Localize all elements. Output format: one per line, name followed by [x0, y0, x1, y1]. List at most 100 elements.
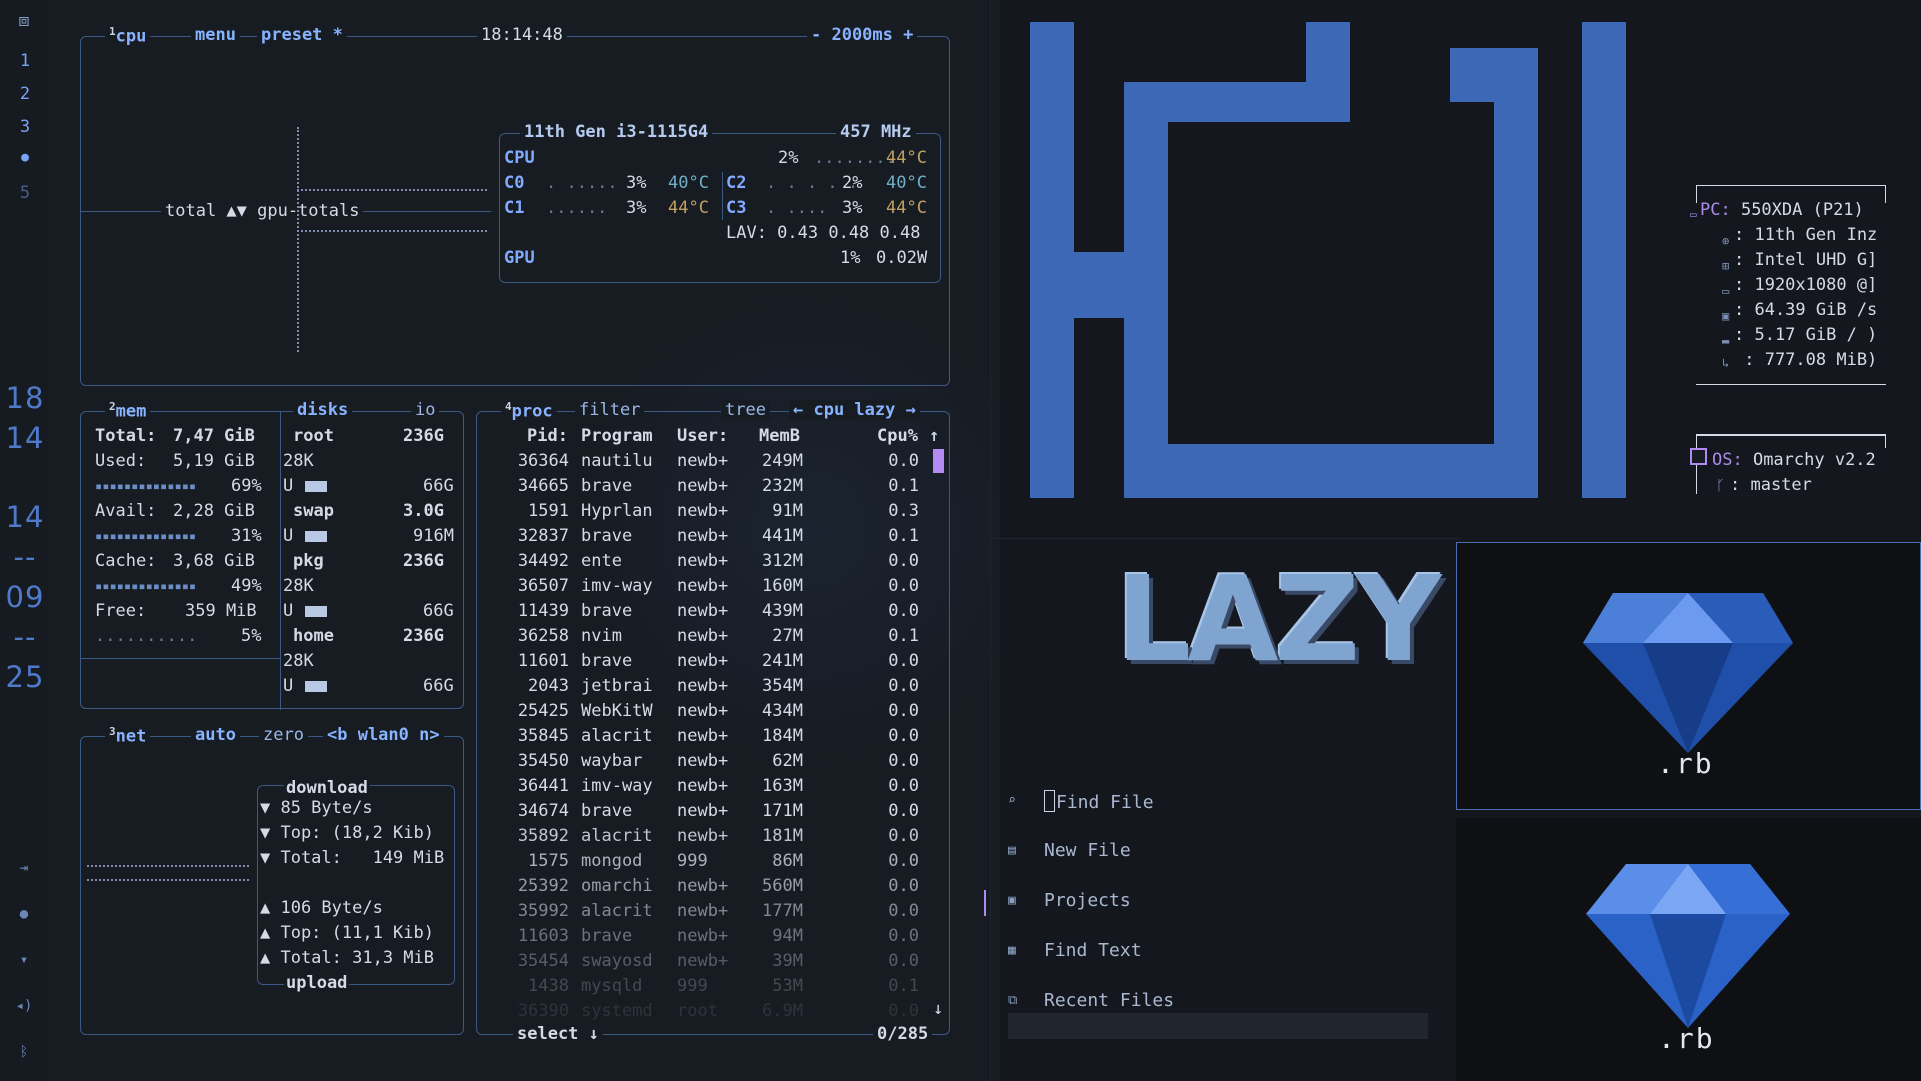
proc-row[interactable]: 1438 mysqld 999 53M 0.1 — [477, 974, 927, 999]
clock-line-2[interactable]: 14 — [0, 421, 50, 455]
mem-box-title[interactable]: mem — [116, 402, 147, 422]
workspace-4-active[interactable]: ● — [0, 150, 50, 165]
record-icon[interactable]: ● — [0, 906, 48, 922]
omarchy-menu-icon[interactable]: ⧈ — [0, 10, 48, 31]
proc-row[interactable]: 11603 brave newb+ 94M 0.0 — [477, 924, 927, 949]
clock-line-1[interactable]: 18 — [0, 381, 50, 415]
workspace-2[interactable]: 2 — [0, 84, 50, 104]
volume-icon[interactable]: ◂) — [0, 998, 48, 1014]
download-total: ▼ Total: 149 MiB — [260, 848, 445, 868]
proc-cell-user: newb+ — [677, 651, 729, 671]
fastfetch-cpu: : 11th Gen Inz — [1734, 225, 1878, 245]
cpu-interval[interactable]: - 2000ms + — [807, 25, 918, 45]
proc-cell-program: alacrit — [581, 826, 653, 846]
net-auto-toggle[interactable]: auto — [191, 725, 240, 745]
disk-home-name[interactable]: home — [293, 624, 334, 649]
mem-used-bar: ▪▪▪▪▪▪▪▪▪▪▪▪▪▪ — [95, 479, 197, 493]
proc-row[interactable]: 32837 brave newb+ 441M 0.1 — [477, 524, 927, 549]
clock-line-3[interactable]: 14 — [0, 500, 50, 534]
logout-icon[interactable]: ⇥ — [0, 860, 48, 876]
proc-select-button[interactable]: select ↓ — [513, 1022, 603, 1047]
proc-cell-cpu: 0.0 — [888, 676, 919, 696]
proc-row[interactable]: 36507 imv-way newb+ 160M 0.0 — [477, 574, 927, 599]
header-program[interactable]: Program — [581, 424, 653, 449]
proc-cell-pid: 35992 — [517, 901, 569, 921]
proc-tree-toggle[interactable]: tree — [721, 400, 770, 420]
proc-row[interactable]: 36258 nvim newb+ 27M 0.1 — [477, 624, 927, 649]
header-mem[interactable]: MemB — [759, 424, 800, 449]
proc-row[interactable]: 25392 omarchi newb+ 560M 0.0 — [477, 874, 927, 899]
cpu-frequency: 457 MHz — [836, 122, 916, 142]
cpu-menu-button[interactable]: menu — [191, 25, 240, 45]
upload-label: upload — [284, 971, 350, 996]
proc-cell-program: brave — [581, 651, 633, 671]
logo-bar-inner-left — [1124, 82, 1168, 498]
proc-row[interactable]: 35992 alacrit newb+ 177M 0.0 — [477, 899, 927, 924]
net-interface-selector[interactable]: <b wlan0 n> — [323, 725, 444, 745]
proc-row[interactable]: 35454 swayosd newb+ 39M 0.0 — [477, 949, 927, 974]
proc-row[interactable]: 35450 waybar newb+ 62M 0.0 — [477, 749, 927, 774]
proc-sort-selector[interactable]: ← cpu lazy → — [789, 400, 920, 420]
image-preview-bottom[interactable]: .rb — [1456, 818, 1921, 1081]
header-user[interactable]: User: — [677, 424, 728, 449]
clock-line-5[interactable]: 25 — [0, 660, 50, 694]
wifi-icon[interactable]: ▾ — [0, 952, 48, 968]
proc-row[interactable]: 34665 brave newb+ 232M 0.1 — [477, 474, 927, 499]
dashboard-find-text[interactable]: Find Text — [1044, 940, 1142, 961]
net-zero-toggle[interactable]: zero — [259, 725, 308, 745]
core-0-temp: 40°C — [668, 173, 709, 193]
net-box-title[interactable]: net — [116, 727, 147, 747]
mem-free-label: Free: — [95, 601, 147, 621]
workspace-3[interactable]: 3 — [0, 117, 50, 137]
find-file-label: Find File — [1056, 792, 1154, 813]
header-pid[interactable]: Pid: — [527, 424, 568, 449]
disks-title[interactable]: disks — [293, 400, 353, 420]
proc-row[interactable]: 34492 ente newb+ 312M 0.0 — [477, 549, 927, 574]
proc-cell-program: imv-way — [581, 576, 653, 596]
fastfetch-gpu: : Intel UHD G] — [1734, 250, 1878, 270]
proc-row[interactable]: 25425 WebKitW newb+ 434M 0.0 — [477, 699, 927, 724]
dashboard-find-file[interactable]: Find File — [1044, 790, 1154, 813]
proc-row[interactable]: 35892 alacrit newb+ 181M 0.0 — [477, 824, 927, 849]
clock-line-4[interactable]: 09 — [0, 580, 50, 614]
dashboard-new-file[interactable]: New File — [1044, 840, 1131, 861]
cpu-box: 1cpu menu preset * 18:14:48 - 2000ms + t… — [80, 25, 950, 386]
proc-row[interactable]: 35845 alacrit newb+ 184M 0.0 — [477, 724, 927, 749]
dashboard-projects[interactable]: Projects — [1044, 890, 1131, 911]
proc-row[interactable]: 1575 mongod 999 86M 0.0 — [477, 849, 927, 874]
proc-row[interactable]: 34674 brave newb+ 171M 0.0 — [477, 799, 927, 824]
proc-row[interactable]: 2043 jetbrai newb+ 354M 0.0 — [477, 674, 927, 699]
cpu-box-title[interactable]: cpu — [116, 27, 147, 47]
disk-root-name[interactable]: root — [293, 424, 334, 449]
scroll-up-arrow[interactable]: ↑ — [929, 424, 939, 449]
proc-row[interactable]: 36390 systemd root 6.9M 0.0 — [477, 999, 927, 1024]
proc-box: 4proc filter tree ← cpu lazy → Pid: Prog… — [476, 400, 950, 1047]
cpu-model: 11th Gen i3-1115G4 — [520, 122, 713, 142]
cpu-preset-button[interactable]: preset * — [257, 25, 347, 45]
core-3-bar: . .... — [766, 198, 828, 218]
core-0-bar: . ..... — [546, 173, 618, 193]
proc-cell-program: nautilu — [581, 451, 653, 471]
proc-scrollbar-thumb[interactable] — [933, 449, 944, 473]
graph-label: total ▲▼ gpu-totals — [161, 199, 364, 224]
disk-swap-name[interactable]: swap — [293, 499, 334, 524]
proc-row[interactable]: 11439 brave newb+ 439M 0.0 — [477, 599, 927, 624]
bluetooth-icon[interactable]: ᛒ — [0, 1044, 48, 1060]
proc-row[interactable]: 1591 Hyprlan newb+ 91M 0.3 — [477, 499, 927, 524]
mem-avail-pct: 31% — [231, 526, 262, 546]
proc-row[interactable]: 11601 brave newb+ 241M 0.0 — [477, 649, 927, 674]
proc-filter[interactable]: filter — [575, 400, 645, 420]
workspace-5[interactable]: 5 — [0, 183, 50, 203]
dashboard-recent-files[interactable]: Recent Files — [1044, 990, 1174, 1011]
proc-box-title[interactable]: proc — [512, 402, 553, 422]
proc-cell-mem: 160M — [762, 576, 803, 596]
image-preview-top[interactable]: .rb — [1456, 542, 1921, 810]
disk-pkg-io: 28K — [283, 576, 314, 596]
header-cpu[interactable]: Cpu% — [877, 424, 918, 449]
disk-pkg-name[interactable]: pkg — [293, 549, 324, 574]
io-toggle[interactable]: io — [411, 400, 440, 420]
workspace-1[interactable]: 1 — [0, 51, 50, 71]
proc-row[interactable]: 36364 nautilu newb+ 249M 0.0 — [477, 449, 927, 474]
scroll-down-arrow[interactable]: ↓ — [933, 997, 943, 1022]
proc-row[interactable]: 36441 imv-way newb+ 163M 0.0 — [477, 774, 927, 799]
